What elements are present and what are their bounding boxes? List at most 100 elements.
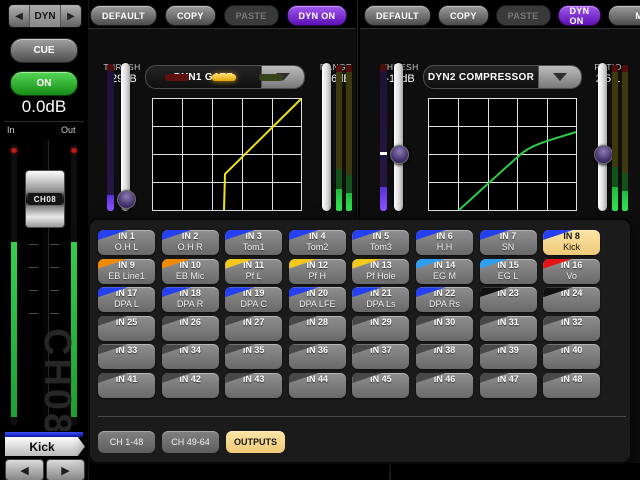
- dyn2-ratio-slider[interactable]: [598, 63, 607, 211]
- dyn2-dropdown-cap[interactable]: [538, 66, 581, 88]
- channel-button-in-20[interactable]: IN 20DPA LFE: [289, 287, 346, 312]
- channel-bank-tabs: CH 1-48 CH 49-64 OUTPUTS: [98, 431, 285, 453]
- paste-button[interactable]: PASTE: [224, 5, 279, 26]
- channel-button-in-14[interactable]: IN 14EG M: [416, 259, 473, 284]
- channel-button-in-30[interactable]: IN 30: [416, 316, 473, 341]
- channel-button-in-2[interactable]: IN 2O.H R: [162, 230, 219, 255]
- dyn1-meter-b: [346, 65, 352, 211]
- channel-button-in-37[interactable]: IN 37: [352, 344, 409, 369]
- dyn-on-button[interactable]: DYN ON: [287, 5, 348, 26]
- channel-button-in-27[interactable]: IN 27: [225, 316, 282, 341]
- dyn2-ratio-knob[interactable]: [594, 145, 613, 164]
- dyn1-toolbar: DEFAULT COPY PASTE DYN ON: [90, 5, 347, 26]
- dyn1-range-slider[interactable]: [322, 63, 331, 211]
- channel-button-in-28[interactable]: IN 28: [289, 316, 346, 341]
- channel-button-in-10[interactable]: IN 10EB Mic: [162, 259, 219, 284]
- channel-name-label: EB Line1: [108, 271, 145, 282]
- channel-button-in-29[interactable]: IN 29: [352, 316, 409, 341]
- view-prev-icon[interactable]: ◀: [9, 5, 29, 27]
- dyn2-meter-b: [622, 65, 628, 211]
- channel-button-in-32[interactable]: IN 32: [543, 316, 600, 341]
- channel-button-in-16[interactable]: IN 16Vo: [543, 259, 600, 284]
- channel-on-button[interactable]: ON: [10, 71, 78, 96]
- paste-button[interactable]: PASTE: [496, 5, 551, 26]
- channel-button-in-35[interactable]: IN 35: [225, 344, 282, 369]
- channel-button-in-23[interactable]: IN 23: [480, 287, 537, 312]
- channel-name-label: Tom3: [370, 242, 392, 253]
- channel-strip-sidebar: ◀ DYN ▶ CUE ON 0.0dB In Out CH08 CH08 Ki…: [0, 0, 89, 480]
- channel-button-in-21[interactable]: IN 21DPA Ls: [352, 287, 409, 312]
- channel-button-in-5[interactable]: IN 5Tom3: [352, 230, 409, 255]
- dyn2-threshold-knob[interactable]: [390, 145, 409, 164]
- channel-button-in-13[interactable]: IN 13Pf Hole: [352, 259, 409, 284]
- dyn1-threshold-knob[interactable]: [117, 190, 136, 209]
- channel-name-label: SN: [502, 242, 515, 253]
- channel-button-in-44[interactable]: IN 44: [289, 373, 346, 398]
- channel-button-in-26[interactable]: IN 26: [162, 316, 219, 341]
- channel-select-overlay: IN 1O.H L IN 2O.H RIN 3Tom1 IN 4Tom2IN 5To…: [88, 218, 632, 464]
- channel-button-in-43[interactable]: IN 43: [225, 373, 282, 398]
- copy-button[interactable]: COPY: [438, 5, 489, 26]
- channel-button-in-7[interactable]: IN 7SN: [480, 230, 537, 255]
- channel-button-in-22[interactable]: IN 22DPA Rs: [416, 287, 473, 312]
- channel-button-in-40[interactable]: IN 40: [543, 344, 600, 369]
- channel-button-in-39[interactable]: IN 39: [480, 344, 537, 369]
- channel-button-in-6[interactable]: IN 6H.H: [416, 230, 473, 255]
- meter-fill: [11, 242, 17, 417]
- mixer-button[interactable]: MIXER: [608, 5, 640, 26]
- channel-button-in-15[interactable]: IN 15EG L: [480, 259, 537, 284]
- view-selector[interactable]: ◀ DYN ▶: [8, 4, 82, 28]
- gr-meter-tick: [380, 152, 387, 155]
- dyn1-threshold-slider[interactable]: [121, 63, 130, 211]
- view-selector-label: DYN: [29, 5, 61, 27]
- channel-button-in-12[interactable]: IN 12Pf H: [289, 259, 346, 284]
- channel-button-in-47[interactable]: IN 47: [480, 373, 537, 398]
- default-button[interactable]: DEFAULT: [364, 5, 431, 26]
- fader-handle-label: CH08: [28, 193, 62, 205]
- channel-button-in-46[interactable]: IN 46: [416, 373, 473, 398]
- default-button[interactable]: DEFAULT: [90, 5, 157, 26]
- dyn2-type-dropdown[interactable]: DYN2 COMPRESSOR: [423, 65, 582, 89]
- channel-name-plate[interactable]: Kick: [5, 437, 85, 456]
- channel-button-in-25[interactable]: IN 25: [98, 316, 155, 341]
- channel-grid: IN 1O.H L IN 2O.H RIN 3Tom1 IN 4Tom2IN 5To…: [98, 230, 600, 398]
- cue-button[interactable]: CUE: [10, 38, 78, 63]
- gr-meter-top: [380, 64, 387, 71]
- channel-button-in-33[interactable]: IN 33: [98, 344, 155, 369]
- prev-channel-button[interactable]: ◀: [5, 459, 44, 480]
- channel-button-in-41[interactable]: IN 41: [98, 373, 155, 398]
- tab-ch-1-48[interactable]: CH 1-48: [98, 431, 155, 453]
- channel-button-in-8[interactable]: IN 8Kick: [543, 230, 600, 255]
- channel-name-label: Tom1: [243, 242, 265, 253]
- fader-handle[interactable]: CH08: [25, 170, 65, 228]
- meter-out-label: Out: [61, 125, 76, 135]
- channel-button-in-45[interactable]: IN 45: [352, 373, 409, 398]
- copy-button[interactable]: COPY: [165, 5, 216, 26]
- channel-button-in-3[interactable]: IN 3Tom1: [225, 230, 282, 255]
- channel-button-in-17[interactable]: IN 17DPA L: [98, 287, 155, 312]
- channel-button-in-11[interactable]: IN 11Pf L: [225, 259, 282, 284]
- channel-button-in-34[interactable]: IN 34: [162, 344, 219, 369]
- channel-button-in-42[interactable]: IN 42: [162, 373, 219, 398]
- channel-button-in-24[interactable]: IN 24: [543, 287, 600, 312]
- channel-button-in-48[interactable]: IN 48: [543, 373, 600, 398]
- channel-button-in-4[interactable]: IN 4Tom2: [289, 230, 346, 255]
- dyn-on-button[interactable]: DYN ON: [558, 5, 602, 26]
- tab-outputs[interactable]: OUTPUTS: [226, 431, 285, 453]
- gate-led-green: [259, 74, 283, 81]
- channel-name-label: DPA R: [177, 299, 203, 310]
- overlay-divider: [98, 416, 626, 417]
- channel-button-in-38[interactable]: IN 38: [416, 344, 473, 369]
- next-channel-button[interactable]: ▶: [46, 459, 85, 480]
- channel-button-in-31[interactable]: IN 31: [480, 316, 537, 341]
- channel-button-in-18[interactable]: IN 18DPA R: [162, 287, 219, 312]
- dyn2-threshold-slider[interactable]: [394, 63, 403, 211]
- channel-name-label: Vo: [566, 271, 577, 282]
- channel-button-in-1[interactable]: IN 1O.H L: [98, 230, 155, 255]
- channel-button-in-19[interactable]: IN 19DPA C: [225, 287, 282, 312]
- channel-button-in-9[interactable]: IN 9EB Line1: [98, 259, 155, 284]
- channel-name-label: EB Mic: [176, 271, 205, 282]
- tab-ch-49-64[interactable]: CH 49-64: [162, 431, 219, 453]
- view-next-icon[interactable]: ▶: [61, 5, 81, 27]
- channel-button-in-36[interactable]: IN 36: [289, 344, 346, 369]
